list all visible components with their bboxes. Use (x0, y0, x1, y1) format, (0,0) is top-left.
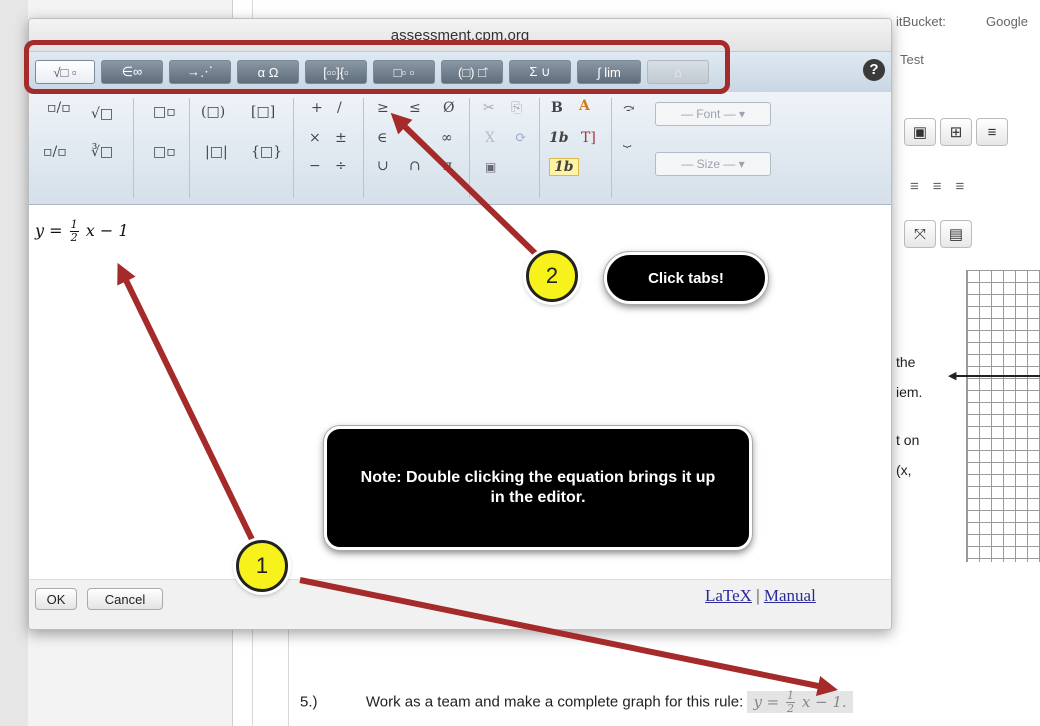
note-bubble: Note: Double clicking the equation bring… (324, 426, 752, 550)
click-tabs-bubble: Click tabs! (604, 252, 768, 304)
callout-number-1: 1 (236, 540, 288, 592)
annotation-arrows (117, 112, 838, 696)
callout-number-2: 2 (526, 250, 578, 302)
arrow-to-question-equation (299, 577, 838, 696)
arrow-to-equation (117, 262, 265, 562)
arrow-to-tabs (390, 112, 543, 261)
